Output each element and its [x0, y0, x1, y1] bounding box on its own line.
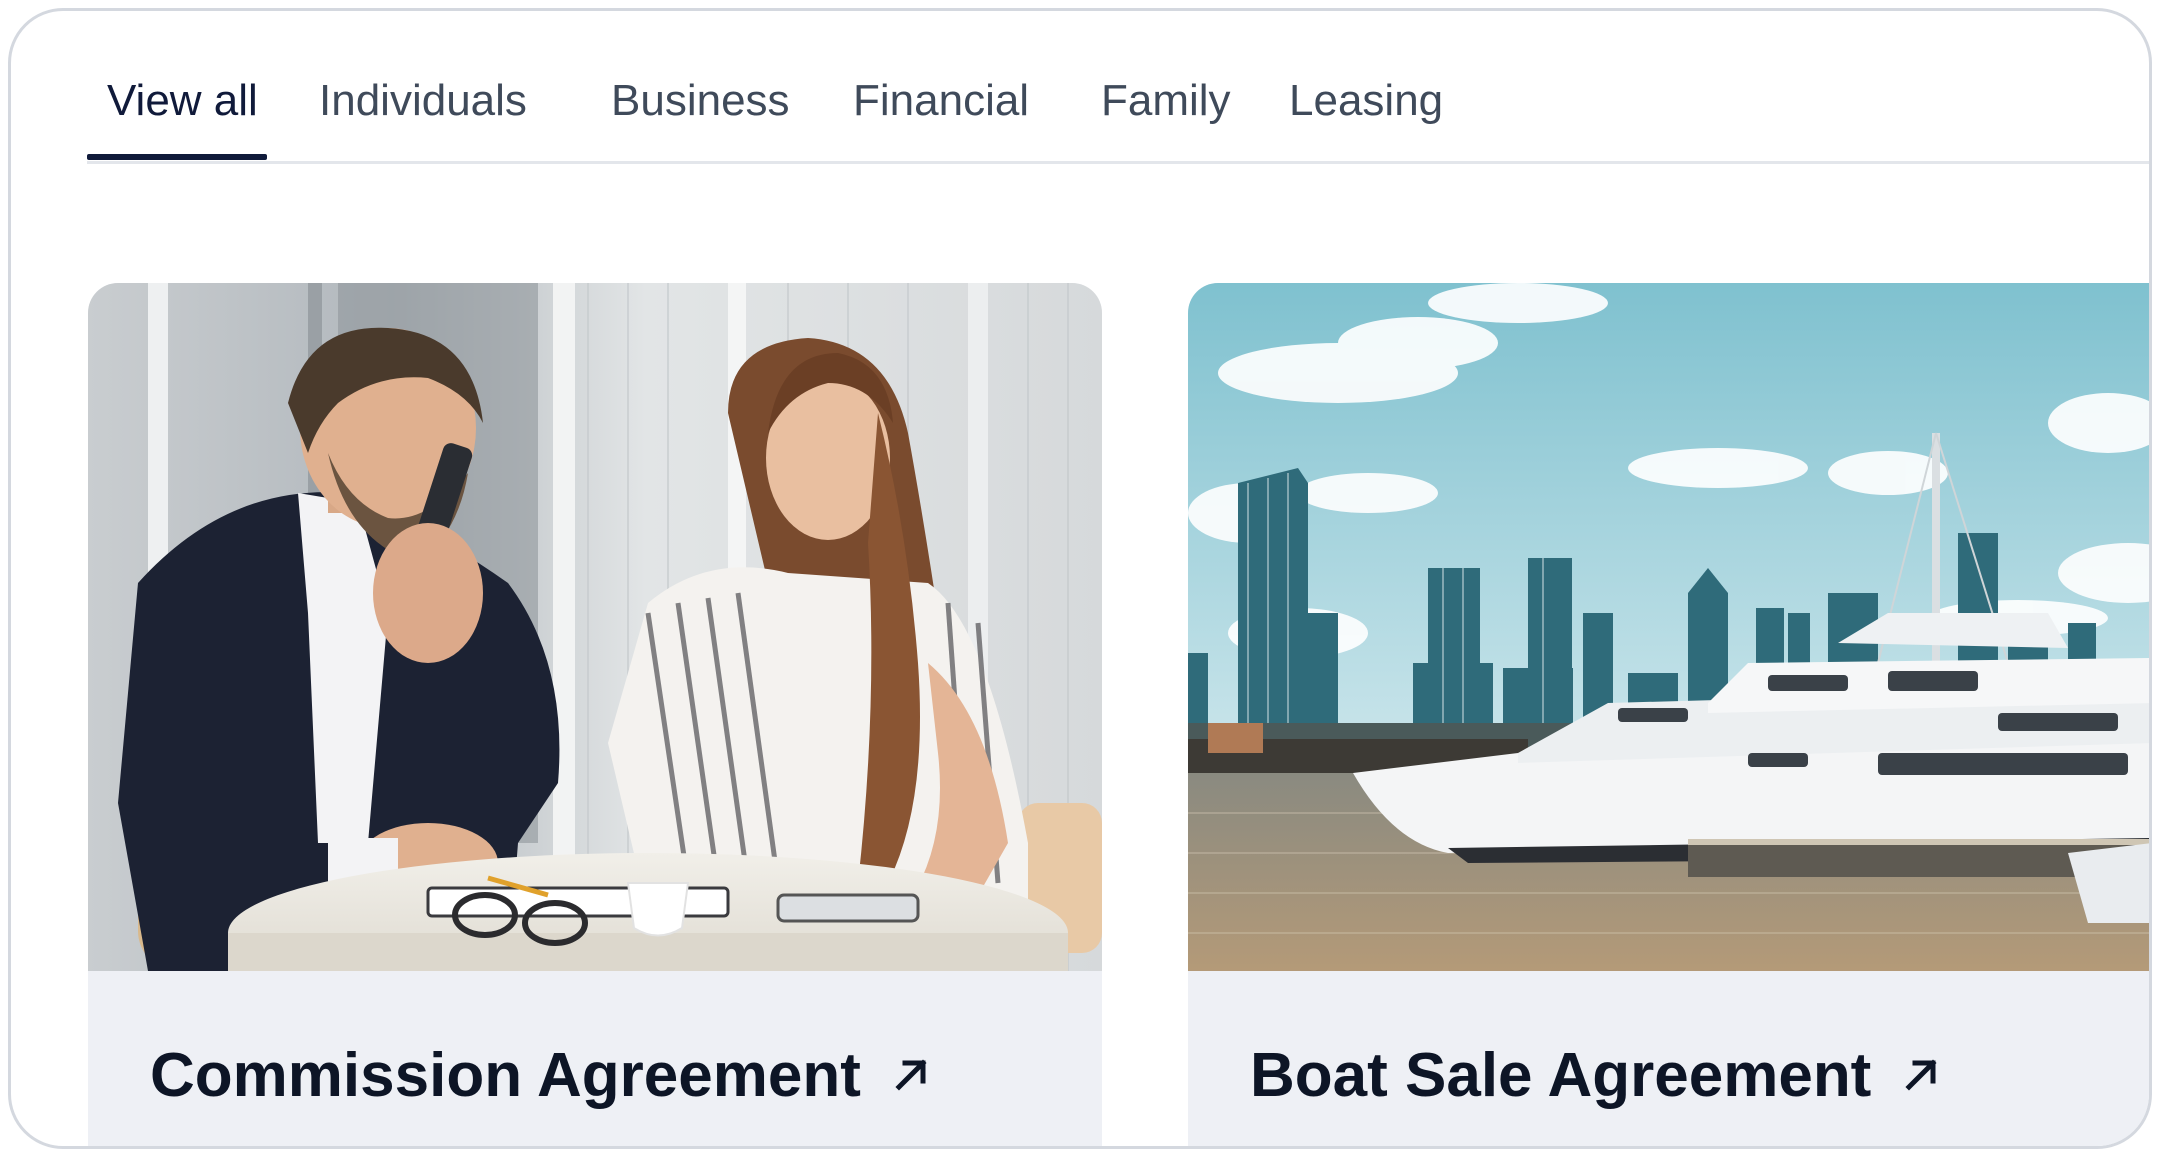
yacht-harbor-skyline-photo — [1188, 283, 2149, 971]
tab-leasing[interactable]: Leasing — [1289, 75, 1443, 127]
card-boat-sale-agreement[interactable]: Boat Sale Agreement — [1188, 283, 2149, 1146]
active-tab-indicator — [87, 154, 267, 160]
template-browser-panel: View all Individuals Business Financial … — [8, 8, 2152, 1149]
tab-view-all[interactable]: View all — [107, 75, 258, 127]
arrow-up-right-icon — [1901, 1040, 1941, 1110]
arrow-up-right-icon — [891, 1040, 931, 1110]
card-commission-agreement[interactable]: Commission Agreement — [88, 283, 1102, 1146]
category-tabs: View all Individuals Business Financial … — [87, 11, 2149, 164]
card-title[interactable]: Commission Agreement — [150, 1041, 931, 1111]
office-meeting-photo — [88, 283, 1102, 971]
tab-family[interactable]: Family — [1101, 75, 1231, 127]
tab-individuals[interactable]: Individuals — [319, 75, 527, 127]
card-title-text: Boat Sale Agreement — [1250, 1041, 1872, 1110]
card-title-text: Commission Agreement — [150, 1041, 861, 1110]
card-title[interactable]: Boat Sale Agreement — [1250, 1041, 1941, 1111]
tab-financial[interactable]: Financial — [853, 75, 1029, 127]
tab-business[interactable]: Business — [611, 75, 790, 127]
